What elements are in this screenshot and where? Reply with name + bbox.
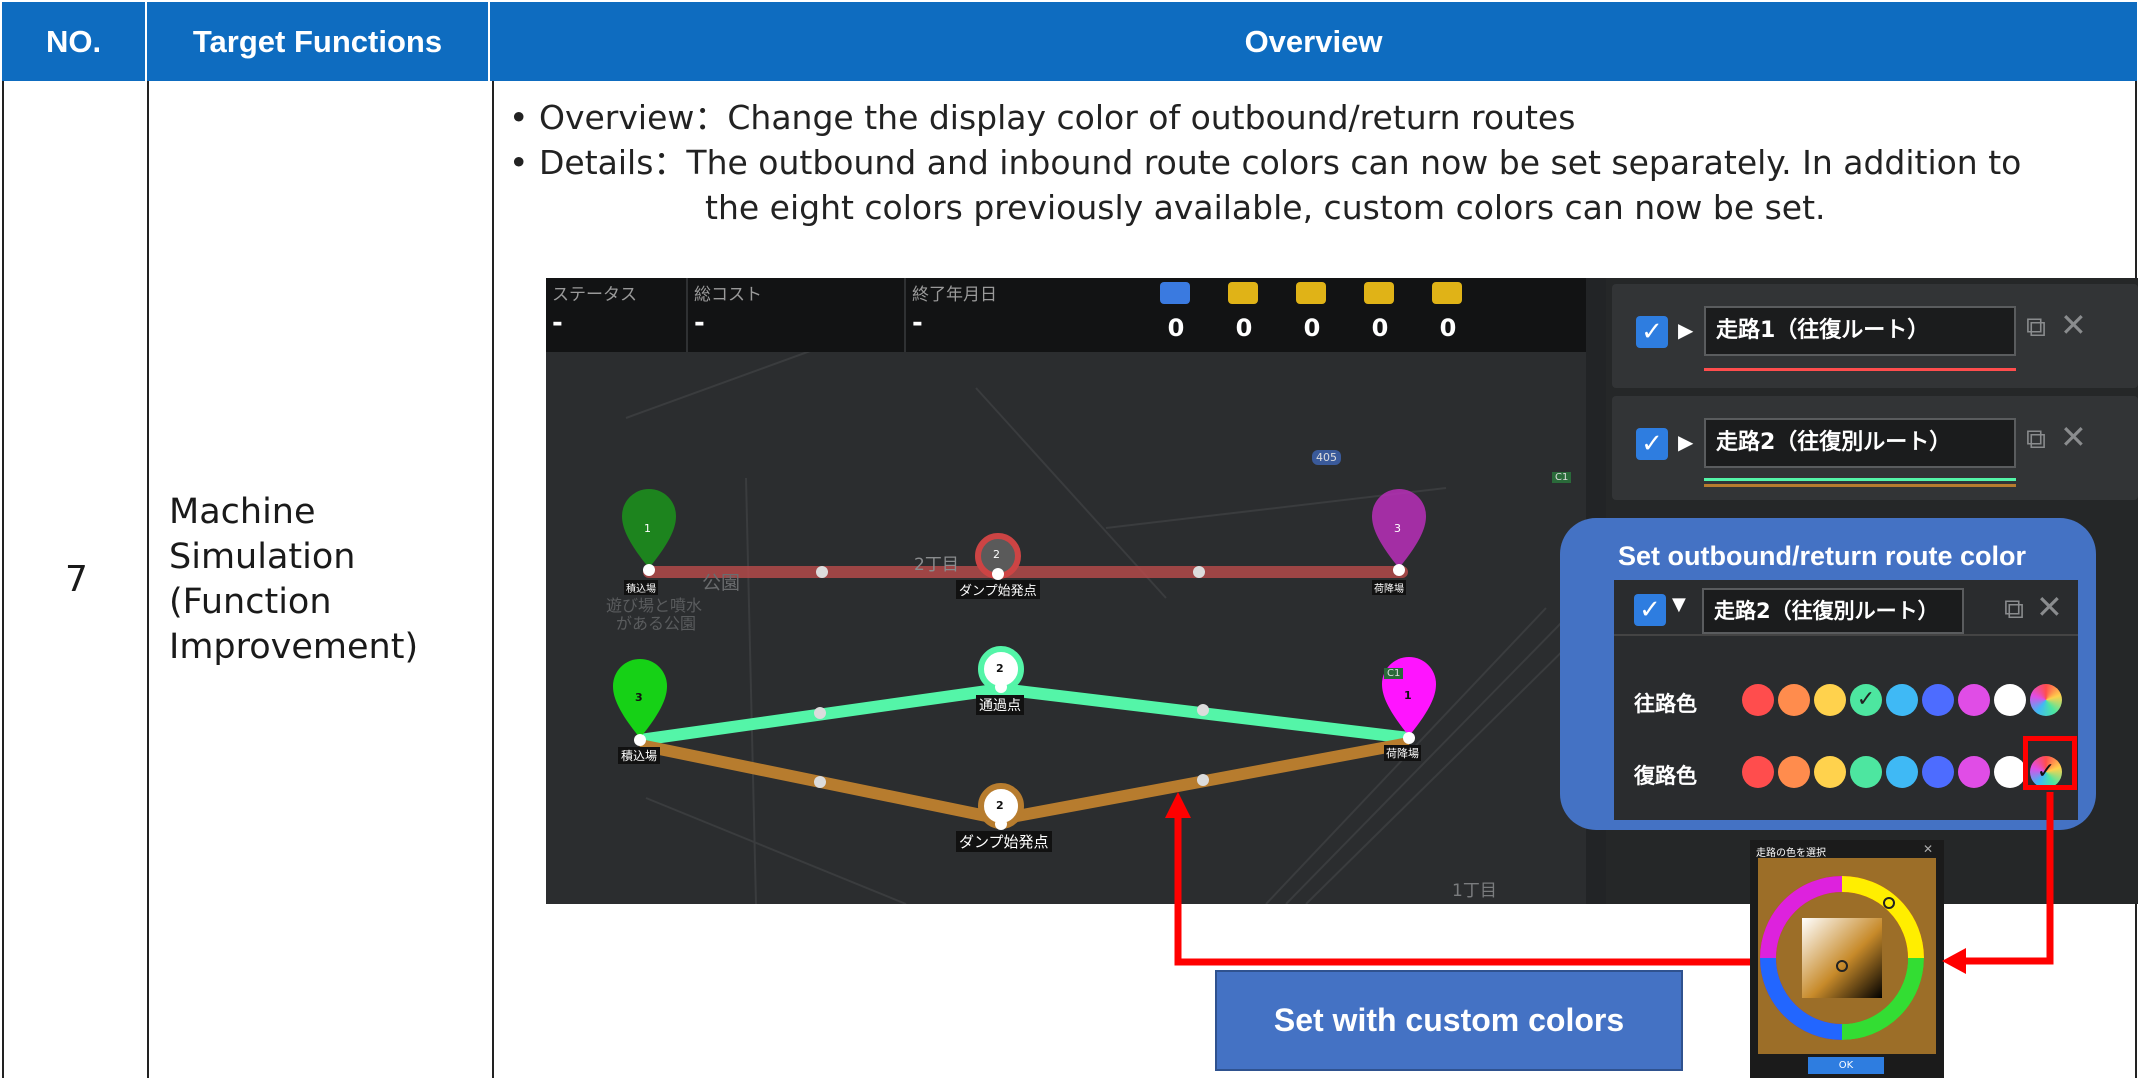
annotation-arrows <box>1165 792 2054 974</box>
custom-colors-label: Set with custom colors <box>1215 970 1683 1071</box>
